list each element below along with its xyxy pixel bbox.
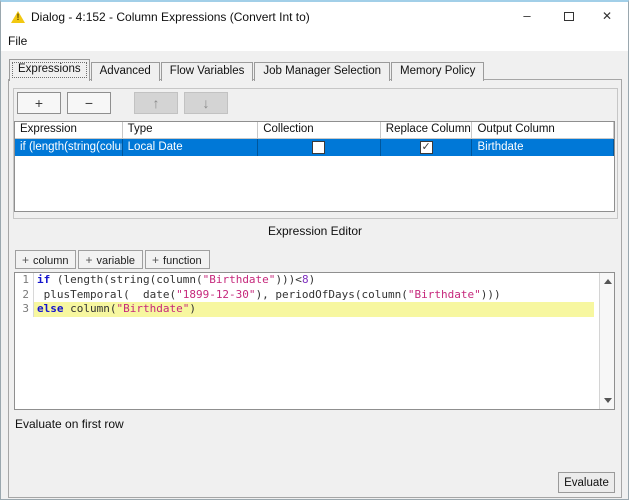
tab-memory-policy[interactable]: Memory Policy <box>391 62 485 81</box>
tab-job-manager-selection[interactable]: Job Manager Selection <box>254 62 391 81</box>
cell-collection <box>258 139 381 156</box>
replace-column-checkbox[interactable]: ✓ <box>419 141 433 154</box>
column-header-replace-column[interactable]: Replace Column <box>381 122 473 138</box>
column-header-collection[interactable]: Collection <box>258 122 381 138</box>
code-token: ), periodOfDays(column( <box>255 287 408 301</box>
code-token: 8 <box>301 273 309 286</box>
editor-scrollbar[interactable] <box>599 273 614 409</box>
code-token: (length(string(column( <box>50 273 203 286</box>
plus-icon: + <box>85 253 93 267</box>
code-token: "Birthdate" <box>407 287 481 301</box>
insert-button-label: variable <box>96 255 136 267</box>
code-token: "Birthdate" <box>116 302 190 315</box>
code-token: else <box>37 302 64 315</box>
line-number: 3 <box>15 302 34 317</box>
collection-checkbox[interactable] <box>312 141 326 154</box>
tab-expressions[interactable]: Expressions <box>9 59 90 81</box>
close-button[interactable]: ✕ <box>590 2 624 30</box>
code-token: ) <box>189 302 196 315</box>
menu-bar: File <box>1 32 628 51</box>
code-token: ))) <box>480 287 501 301</box>
code-token: "1899-12-30" <box>176 287 256 301</box>
title-bar: ! Dialog - 4:152 - Column Expressions (C… <box>1 2 628 32</box>
remove-expression-button[interactable]: − <box>67 92 111 114</box>
code-line-3[interactable]: 3 else column("Birthdate") <box>15 302 599 317</box>
code-line-1[interactable]: 1 if (length(string(column("Birthdate")))… <box>15 273 599 288</box>
tab-advanced[interactable]: Advanced <box>90 62 160 81</box>
menu-file[interactable]: File <box>1 32 34 50</box>
code-token: ) <box>308 273 316 286</box>
column-header-type[interactable]: Type <box>123 122 259 138</box>
add-function-button[interactable]: + function <box>145 250 210 269</box>
add-expression-button[interactable]: + <box>17 92 61 114</box>
code-line-body: plusTemporal( date("1899-12-30"), period… <box>34 288 594 303</box>
line-number: 1 <box>15 273 34 288</box>
plus-icon: + <box>152 253 160 267</box>
scroll-down-icon[interactable] <box>600 393 615 408</box>
column-header-output-column[interactable]: Output Column <box>472 122 614 138</box>
line-number: 2 <box>15 287 34 302</box>
cell-replace-column: ✓ <box>381 139 473 156</box>
scroll-up-icon[interactable] <box>600 274 615 289</box>
code-area[interactable]: 1 if (length(string(column("Birthdate")))… <box>15 273 599 409</box>
add-variable-button[interactable]: + variable <box>78 250 144 269</box>
insert-buttons-bar: + column + variable + function <box>15 250 212 269</box>
tab-flow-variables[interactable]: Flow Variables <box>160 62 254 81</box>
code-token: column( <box>63 302 117 315</box>
tab-strip: Expressions Advanced Flow Variables Job Man… <box>9 59 485 81</box>
expression-editor-title: Expression Editor <box>267 224 363 238</box>
plus-icon: + <box>22 253 30 267</box>
dialog-window: ! Dialog - 4:152 - Column Expressions (C… <box>0 0 629 500</box>
expressions-table: Expression Type Collection Replace Column Ou… <box>14 121 615 212</box>
move-up-button: ↑ <box>134 92 178 114</box>
cell-type: Local Date <box>123 139 259 156</box>
code-line-body: if (length(string(column("Birthdate")))<… <box>34 273 594 288</box>
code-token: if <box>37 273 51 286</box>
code-token: )))< <box>275 273 302 286</box>
add-column-button[interactable]: + column <box>15 250 77 269</box>
insert-button-label: column <box>33 255 69 267</box>
code-line-2[interactable]: 2 plusTemporal( date("1899-12-30"), peri… <box>15 287 599 303</box>
insert-button-label: function <box>163 255 202 267</box>
cell-expression: if (length(string(column("B... <box>15 139 123 156</box>
move-down-button: ↓ <box>184 92 228 114</box>
column-header-expression[interactable]: Expression <box>15 122 123 138</box>
code-token: plusTemporal( date( <box>37 287 177 301</box>
warning-icon: ! <box>10 10 26 24</box>
code-line-body: else column("Birthdate") <box>34 302 594 317</box>
maximize-icon <box>564 12 574 22</box>
evaluate-button[interactable]: Evaluate <box>558 472 615 493</box>
maximize-button[interactable] <box>552 2 586 30</box>
table-header: Expression Type Collection Replace Column Ou… <box>15 122 614 139</box>
window-title: Dialog - 4:152 - Column Expressions (Con… <box>31 10 310 24</box>
minimize-button[interactable]: – <box>510 2 544 30</box>
code-editor[interactable]: 1 if (length(string(column("Birthdate")))… <box>14 272 615 410</box>
code-token: "Birthdate" <box>202 273 276 286</box>
evaluate-status-label: Evaluate on first row <box>15 417 124 431</box>
cell-output-column: Birthdate <box>472 139 614 156</box>
table-row[interactable]: if (length(string(column("B...Local Date… <box>15 139 614 156</box>
